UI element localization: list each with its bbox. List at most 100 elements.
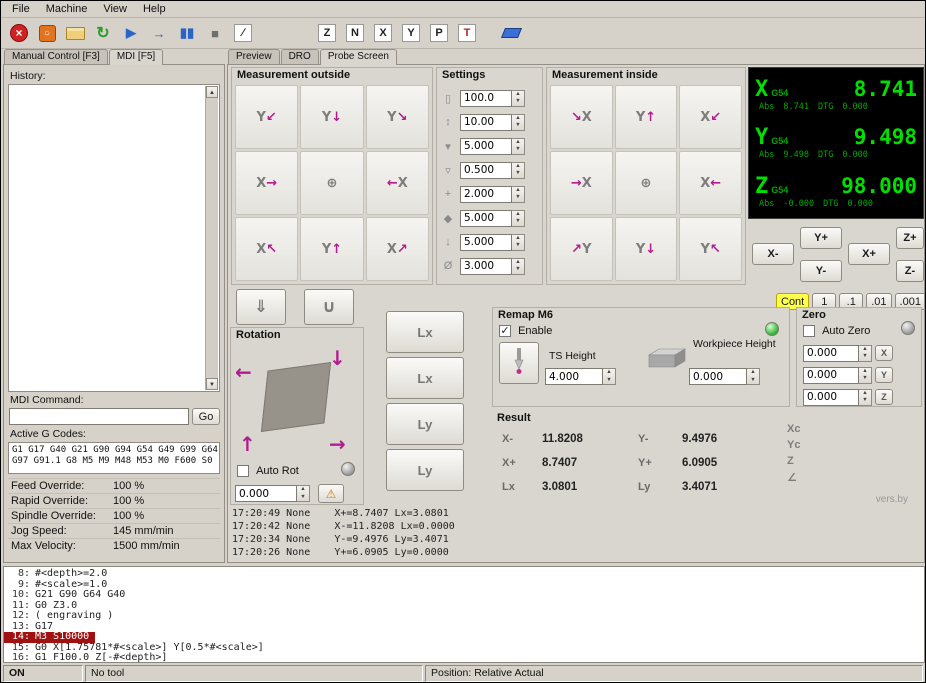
spinner-buttons[interactable]: ▲▼: [859, 367, 872, 384]
jog-z-plus-button[interactable]: Z+: [896, 227, 924, 249]
gcode-area[interactable]: 8:#<depth>=2.09:#<scale>=1.010:G21 G90 G…: [3, 566, 925, 663]
spinner-buttons[interactable]: ▲▼: [859, 345, 872, 362]
mdi-command-input[interactable]: [9, 408, 189, 425]
spin-down-icon[interactable]: ▼: [512, 122, 524, 130]
spinner-buttons[interactable]: ▲▼: [512, 258, 525, 275]
open-file-icon[interactable]: [62, 20, 88, 46]
zero-set-x-button[interactable]: X: [875, 345, 893, 361]
menu-view[interactable]: View: [95, 2, 135, 16]
remap-enable-checkbox[interactable]: ✓: [499, 325, 511, 337]
zero-3-input[interactable]: [803, 389, 859, 406]
auto-zero-checkbox[interactable]: [803, 325, 815, 337]
spin-up-icon[interactable]: ▲: [512, 163, 524, 171]
rotation-left-button[interactable]: ←: [235, 360, 252, 384]
probe-inside-corner-left-top[interactable]: ↘X: [550, 85, 613, 149]
run-from-line-icon[interactable]: →: [146, 20, 172, 46]
setting-8-input[interactable]: [460, 258, 512, 275]
setting-1[interactable]: ▲▼: [460, 90, 525, 107]
jog-x-plus-button[interactable]: X+: [848, 243, 890, 265]
spin-down-icon[interactable]: ▼: [747, 377, 759, 385]
ts-height-input[interactable]: [545, 368, 603, 385]
magnet-icon[interactable]: N: [342, 20, 368, 46]
spin-down-icon[interactable]: ▼: [512, 98, 524, 106]
length-y-outside-button[interactable]: Ly: [386, 403, 464, 445]
zero-2[interactable]: ▲▼: [803, 367, 872, 384]
probe-inside-x-right[interactable]: X←: [679, 151, 742, 215]
spin-down-icon[interactable]: ▼: [512, 146, 524, 154]
length-x-outside-button[interactable]: Lx: [386, 311, 464, 353]
probe-screen-icon[interactable]: P: [426, 20, 452, 46]
spin-up-icon[interactable]: ▲: [859, 368, 871, 376]
stop-icon[interactable]: ■: [202, 20, 228, 46]
scroll-down-icon[interactable]: ▼: [206, 378, 218, 390]
setting-1-input[interactable]: [460, 90, 512, 107]
run-program-icon[interactable]: ▶: [118, 20, 144, 46]
spin-down-icon[interactable]: ▼: [512, 194, 524, 202]
spin-up-icon[interactable]: ▲: [859, 346, 871, 354]
spinner-buttons[interactable]: ▲▼: [512, 114, 525, 131]
spin-down-icon[interactable]: ▼: [859, 397, 871, 405]
probe-outside-x-left[interactable]: ←X: [366, 151, 429, 215]
workpiece-height[interactable]: ▲▼: [689, 368, 760, 385]
spin-down-icon[interactable]: ▼: [512, 266, 524, 274]
probe-inside-corner-right-bottom[interactable]: Y↖: [679, 217, 742, 281]
touch-off-x-icon[interactable]: X: [370, 20, 396, 46]
gcode-line[interactable]: 8:#<depth>=2.0: [4, 569, 924, 580]
length-y-inside-button[interactable]: Ly: [386, 449, 464, 491]
probe-down-button[interactable]: ⇓: [236, 289, 286, 325]
rotation-down-button[interactable]: ↓: [329, 346, 346, 370]
rotation-right-button[interactable]: →: [329, 432, 346, 456]
setting-2[interactable]: ▲▼: [460, 114, 525, 131]
workpiece-height-input[interactable]: [689, 368, 747, 385]
spin-up-icon[interactable]: ▲: [512, 115, 524, 123]
spin-up-icon[interactable]: ▲: [512, 187, 524, 195]
zero-set-z-button[interactable]: Z: [875, 389, 893, 405]
spin-up-icon[interactable]: ▲: [512, 235, 524, 243]
spin-down-icon[interactable]: ▼: [603, 377, 615, 385]
setting-7-input[interactable]: [460, 234, 512, 251]
setting-7[interactable]: ▲▼: [460, 234, 525, 251]
menu-machine[interactable]: Machine: [38, 2, 96, 16]
spinner-buttons[interactable]: ▲▼: [512, 138, 525, 155]
touch-off-z-icon[interactable]: Z: [314, 20, 340, 46]
spinner-buttons[interactable]: ▲▼: [512, 186, 525, 203]
gcode-line[interactable]: 9:#<scale>=1.0: [4, 580, 924, 591]
tab-manual-control[interactable]: Manual Control [F3]: [4, 49, 108, 65]
history-scrollbar[interactable]: ▲ ▼: [205, 86, 218, 390]
spinner-buttons[interactable]: ▲▼: [747, 368, 760, 385]
spin-up-icon[interactable]: ▲: [859, 390, 871, 398]
setting-4[interactable]: ▲▼: [460, 162, 525, 179]
probe-inside-corner-left-bottom[interactable]: ↗Y: [550, 217, 613, 281]
history-list[interactable]: ▲ ▼: [8, 84, 220, 392]
spinner-buttons[interactable]: ▲▼: [512, 162, 525, 179]
spinner-buttons[interactable]: ▲▼: [512, 210, 525, 227]
spin-up-icon[interactable]: ▲: [512, 211, 524, 219]
rotation-up-button[interactable]: ↑: [239, 432, 256, 456]
probe-outside-corner-right-bottom[interactable]: X↗: [366, 217, 429, 281]
skip-lines-icon[interactable]: ∕: [230, 20, 256, 46]
zero-3[interactable]: ▲▼: [803, 389, 872, 406]
tab-dro[interactable]: DRO: [281, 49, 319, 65]
jog-x-minus-button[interactable]: X-: [752, 243, 794, 265]
probe-inside-corner-right-top[interactable]: X↙: [679, 85, 742, 149]
probe-outside-center[interactable]: ⊕: [300, 151, 363, 215]
menu-file[interactable]: File: [4, 2, 38, 16]
jog-y-minus-button[interactable]: Y-: [800, 260, 842, 282]
clean-icon[interactable]: [498, 20, 524, 46]
tab-mdi[interactable]: MDI [F5]: [109, 49, 163, 65]
rotation-warning-button[interactable]: ⚠: [318, 484, 344, 503]
probe-inside-hole-center[interactable]: ⊕: [615, 151, 678, 215]
setting-4-input[interactable]: [460, 162, 512, 179]
setting-6-input[interactable]: [460, 210, 512, 227]
setting-3[interactable]: ▲▼: [460, 138, 525, 155]
gcode-line[interactable]: 12:( engraving ): [4, 611, 924, 622]
spin-up-icon[interactable]: ▲: [512, 139, 524, 147]
spin-down-icon[interactable]: ▼: [512, 218, 524, 226]
menu-help[interactable]: Help: [135, 2, 174, 16]
spin-down-icon[interactable]: ▼: [297, 494, 309, 502]
scroll-up-icon[interactable]: ▲: [206, 86, 218, 98]
probe-outside-corner-right-top[interactable]: Y↘: [366, 85, 429, 149]
spin-down-icon[interactable]: ▼: [512, 242, 524, 250]
zero-1[interactable]: ▲▼: [803, 345, 872, 362]
tab-probe-screen[interactable]: Probe Screen: [320, 49, 397, 65]
